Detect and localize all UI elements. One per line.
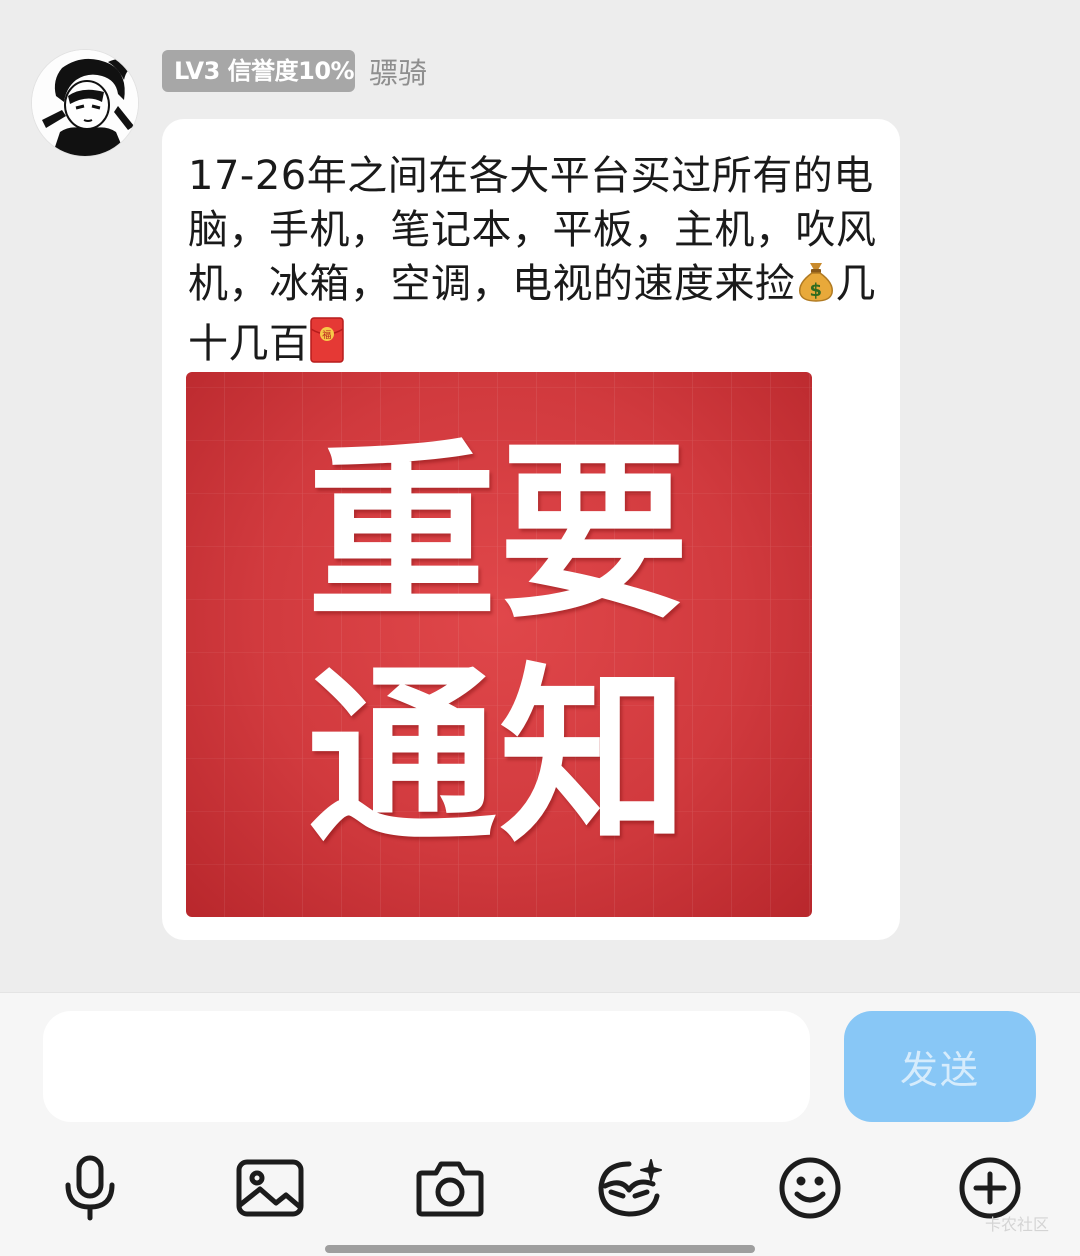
notice-title-line-2: 通知 xyxy=(306,645,691,868)
notice-title-line-1: 重要 xyxy=(306,421,691,644)
level-badge: LV3 信誉度10% xyxy=(162,50,355,92)
send-button[interactable]: 发送 xyxy=(844,1011,1036,1122)
sender-avatar[interactable] xyxy=(32,50,138,156)
message-bubble[interactable]: 17-26年之间在各大平台买过所有的电脑，手机，笔记本，平板，主机，吹风机，冰箱… xyxy=(162,119,900,940)
sticker-icon[interactable] xyxy=(590,1148,670,1228)
sender-name[interactable]: 骠骑 xyxy=(369,50,427,92)
chat-area: LV3 信誉度10% 骠骑 17-26年之间在各大平台买过所有的电脑，手机，笔记… xyxy=(0,0,1080,992)
camera-icon[interactable] xyxy=(410,1148,490,1228)
message-text: 17-26年之间在各大平台买过所有的电脑，手机，笔记本，平板，主机，吹风机，冰箱… xyxy=(188,149,888,377)
sender-line: LV3 信誉度10% 骠骑 xyxy=(162,49,427,93)
image-icon[interactable] xyxy=(230,1148,310,1228)
message-text-part-1: 17-26年之间在各大平台买过所有的电脑，手机，笔记本，平板，主机，吹风机，冰箱… xyxy=(188,153,877,307)
svg-text:福: 福 xyxy=(322,329,332,341)
notice-image[interactable]: 重要 通知 xyxy=(186,372,812,917)
watermark: 卡农社区 xyxy=(985,1215,1050,1234)
composer-bar: 发送 卡农社区 xyxy=(0,992,1080,1256)
money-bag-icon: $ xyxy=(796,259,836,317)
red-envelope-icon: 福 xyxy=(309,317,344,377)
svg-text:$: $ xyxy=(809,280,822,301)
composer-toolbar xyxy=(0,1148,1080,1228)
home-indicator[interactable] xyxy=(325,1245,755,1253)
microphone-icon[interactable] xyxy=(50,1148,130,1228)
emoji-icon[interactable] xyxy=(770,1148,850,1228)
message-input[interactable] xyxy=(43,1011,810,1122)
